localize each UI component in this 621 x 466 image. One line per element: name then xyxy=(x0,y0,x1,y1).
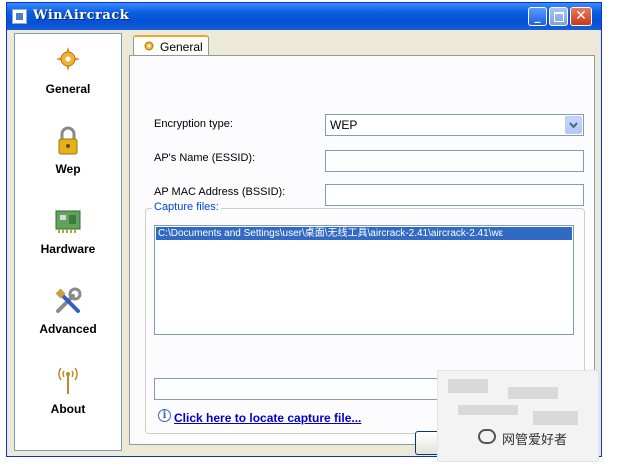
chevron-down-icon[interactable] xyxy=(565,116,582,134)
sidebar-item-label: General xyxy=(45,82,91,96)
general-icon xyxy=(51,44,85,78)
list-item[interactable]: C:\Documents and Settings\user\桌面\无线工具\a… xyxy=(156,227,572,240)
title-bar[interactable]: WinAircrack _ ✕ xyxy=(7,3,601,30)
hardware-icon xyxy=(51,204,85,238)
capture-file-list[interactable]: C:\Documents and Settings\user\桌面\无线工具\a… xyxy=(154,225,574,335)
sidebar: General Wep Hardware Advanced About xyxy=(14,33,122,451)
window-title: WinAircrack xyxy=(33,8,130,23)
sidebar-item-advanced[interactable]: Advanced xyxy=(15,284,121,356)
sidebar-item-label: Wep xyxy=(55,162,81,176)
sidebar-item-about[interactable]: About xyxy=(15,364,121,436)
locate-capture-row: i Click here to locate capture file... xyxy=(158,409,361,427)
encryption-type-value: WEP xyxy=(330,118,358,132)
bssid-input[interactable] xyxy=(325,184,584,206)
sidebar-item-label: Hardware xyxy=(40,242,96,256)
sidebar-item-general[interactable]: General xyxy=(15,44,121,116)
essid-label: AP's Name (ESSID): xyxy=(154,152,256,164)
tab-label: General xyxy=(160,40,203,54)
app-icon xyxy=(12,9,27,24)
obscured-area xyxy=(437,370,599,462)
tab-general[interactable]: General xyxy=(133,35,209,56)
sidebar-item-label: About xyxy=(50,402,86,416)
capture-files-title: Capture files: xyxy=(152,201,221,213)
close-button[interactable]: ✕ xyxy=(570,7,592,26)
sidebar-item-wep[interactable]: Wep xyxy=(15,124,121,196)
antenna-icon xyxy=(51,364,85,398)
essid-input[interactable] xyxy=(325,150,584,172)
bssid-label: AP MAC Address (BSSID): xyxy=(154,186,286,198)
minimize-button[interactable]: _ xyxy=(528,7,547,26)
lock-icon xyxy=(51,124,85,158)
tools-icon xyxy=(51,284,85,318)
encryption-type-label: Encryption type: xyxy=(154,118,233,130)
sidebar-item-label: Advanced xyxy=(39,322,97,336)
watermark-text: 网管爱好者 xyxy=(502,432,568,447)
encryption-type-select[interactable]: WEP xyxy=(325,114,584,136)
maximize-button[interactable] xyxy=(549,7,568,26)
wechat-icon xyxy=(478,429,496,444)
sidebar-item-hardware[interactable]: Hardware xyxy=(15,204,121,276)
capture-path-input[interactable] xyxy=(154,378,470,400)
info-icon: i xyxy=(158,409,171,422)
locate-capture-link[interactable]: Click here to locate capture file... xyxy=(174,411,361,425)
general-tab-icon xyxy=(142,39,156,56)
